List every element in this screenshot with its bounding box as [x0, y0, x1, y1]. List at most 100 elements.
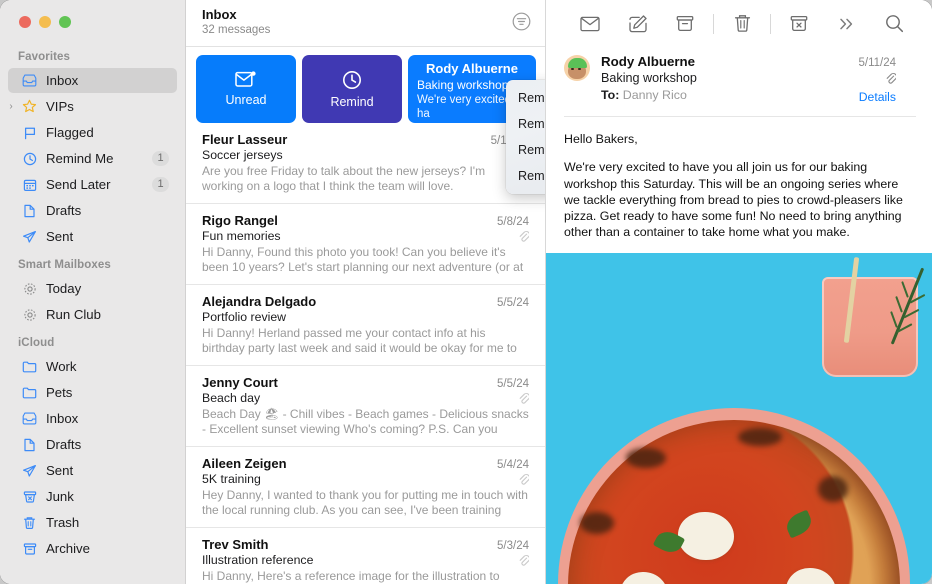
- menu-item-remind-later[interactable]: Remind Me Later…: [506, 163, 545, 189]
- message-row[interactable]: Aileen Zeigen 5/4/24 5K training Hey Dan…: [186, 447, 545, 528]
- paperclip-icon: [518, 230, 529, 243]
- message-subject: Illustration reference: [202, 553, 314, 567]
- sidebar-item-label: Junk: [46, 489, 74, 504]
- message-subject: Portfolio review: [202, 310, 287, 324]
- memoji-eye-left: [571, 68, 574, 70]
- unread-envelope-icon: [235, 71, 257, 88]
- zoom-button[interactable]: [59, 16, 71, 28]
- sidebar-item-label: Inbox: [46, 411, 79, 426]
- message-subject: Soccer jerseys: [202, 148, 283, 162]
- message-subject: Beach day: [202, 391, 261, 405]
- folder-icon: [20, 384, 39, 401]
- sidebar-item-icloud-drafts[interactable]: Drafts: [8, 432, 177, 457]
- close-button[interactable]: [19, 16, 31, 28]
- search-icon: [885, 14, 904, 33]
- sidebar-item-label: Work: [46, 359, 77, 374]
- message-sender-name: Rody Albuerne: [601, 54, 696, 69]
- inbox-icon: [20, 410, 39, 427]
- filter-icon[interactable]: [512, 12, 531, 31]
- message-preview: Are you free Friday to talk about the ne…: [202, 164, 486, 193]
- sidebar-item-junk[interactable]: Junk: [8, 484, 177, 509]
- search-button[interactable]: [870, 9, 918, 39]
- message-sender: Alejandra Delgado: [202, 294, 317, 309]
- sidebar-item-label: Drafts: [46, 203, 82, 218]
- message-sender: Rigo Rangel: [202, 213, 278, 228]
- swipe-action-remind[interactable]: Remind: [302, 55, 402, 123]
- chevron-right-icon[interactable]: ›: [5, 101, 17, 112]
- message-date: 5/8/24: [497, 216, 529, 228]
- compose-button[interactable]: [614, 9, 662, 39]
- more-button[interactable]: [823, 9, 871, 39]
- mark-unread-button[interactable]: [566, 9, 614, 39]
- message-sender: Aileen Zeigen: [202, 456, 287, 471]
- sidebar-item-pets[interactable]: Pets: [8, 380, 177, 405]
- sidebar-item-label: Send Later: [46, 177, 111, 192]
- message-row[interactable]: Jenny Court 5/5/24 Beach day Beach Day 🏖…: [186, 366, 545, 447]
- menu-item-remind-tomorrow[interactable]: Remind Me Tomorrow: [506, 137, 545, 163]
- pizza-photo[interactable]: [546, 252, 932, 584]
- message-list-header: Inbox 32 messages: [186, 0, 545, 47]
- sidebar-item-sent[interactable]: Sent: [8, 224, 177, 249]
- message-preview: Hi Danny, Here's a reference image for t…: [202, 569, 500, 584]
- avatar: [564, 55, 590, 81]
- sidebar-item-drafts[interactable]: Drafts: [8, 198, 177, 223]
- remind-me-context-menu[interactable]: Remind Me in 1 Hour Remind Me Tonight Re…: [506, 80, 545, 194]
- paperclip-icon: [518, 554, 529, 567]
- swipe-action-unread[interactable]: Unread: [196, 55, 296, 123]
- message-date: 5/3/24: [497, 540, 529, 552]
- message-preview: Beach Day 🏖 - Chill vibes - Beach games …: [202, 407, 529, 436]
- message-row[interactable]: Alejandra Delgado 5/5/24 Portfolio revie…: [186, 285, 545, 366]
- message-row[interactable]: Fleur Lasseur 5/10/24 Soccer jerseys Are…: [186, 123, 545, 204]
- sidebar-item-remind-me[interactable]: Remind Me 1: [8, 146, 177, 171]
- message-body: Hello Bakers, We're very excited to have…: [546, 117, 932, 253]
- memoji-eye-right: [578, 68, 581, 70]
- compose-icon: [628, 14, 647, 33]
- sidebar-item-inbox[interactable]: Inbox: [8, 68, 177, 93]
- message-row[interactable]: Rigo Rangel 5/8/24 Fun memories Hi Danny…: [186, 204, 545, 285]
- chevron-double-right-icon: [837, 16, 855, 32]
- menu-item-remind-1-hour[interactable]: Remind Me in 1 Hour: [506, 85, 545, 111]
- message-list[interactable]: Inbox 32 messages Unread Remind Rody Alb…: [186, 0, 546, 584]
- body-paragraph: Hello Bakers,: [564, 132, 638, 146]
- sidebar-item-archive[interactable]: Archive: [8, 536, 177, 561]
- archive-button[interactable]: [661, 9, 709, 39]
- pizza-pie: [568, 420, 900, 584]
- gear-icon: [20, 306, 39, 323]
- sidebar-item-label: Trash: [46, 515, 80, 530]
- junk-button[interactable]: [775, 9, 823, 39]
- sidebar-item-vips[interactable]: › VIPs: [8, 94, 177, 119]
- delete-button[interactable]: [718, 9, 766, 39]
- selected-message-from: Rody Albuerne: [426, 61, 518, 76]
- paperclip-icon: [518, 473, 529, 486]
- sidebar-item-label: Sent: [46, 229, 74, 244]
- sidebar-item-icloud-sent[interactable]: Sent: [8, 458, 177, 483]
- clock-icon: [342, 70, 362, 90]
- inbox-icon: [20, 72, 39, 89]
- sidebar-item-trash[interactable]: Trash: [8, 510, 177, 535]
- document-icon: [20, 202, 39, 219]
- sidebar-item-work[interactable]: Work: [8, 354, 177, 379]
- swipe-action-label: Remind: [330, 94, 374, 109]
- details-link[interactable]: Details: [858, 89, 896, 106]
- mailbox-title: Inbox: [202, 7, 237, 22]
- to-value: Danny Rico: [622, 88, 687, 102]
- sidebar-item-icloud-inbox[interactable]: Inbox: [8, 406, 177, 431]
- sidebar-item-send-later[interactable]: Send Later 1: [8, 172, 177, 197]
- sidebar-section-icloud: iCloud: [18, 337, 55, 349]
- sidebar-item-run-club[interactable]: Run Club: [8, 302, 177, 327]
- junk-icon: [20, 488, 39, 505]
- message-subject: Fun memories: [202, 229, 281, 243]
- sidebar-item-label: Archive: [46, 541, 90, 556]
- message-recipient: To: Danny Rico: [601, 87, 847, 104]
- message-date: 5/5/24: [497, 378, 529, 390]
- minimize-button[interactable]: [39, 16, 51, 28]
- sidebar-item-flagged[interactable]: Flagged: [8, 120, 177, 145]
- calendar-icon: [20, 176, 39, 193]
- message-row[interactable]: Trev Smith 5/3/24 Illustration reference…: [186, 528, 545, 584]
- sidebar-item-today[interactable]: Today: [8, 276, 177, 301]
- star-icon: [20, 98, 39, 115]
- paper-plane-icon: [20, 228, 39, 245]
- folder-icon: [20, 358, 39, 375]
- menu-item-remind-tonight[interactable]: Remind Me Tonight: [506, 111, 545, 137]
- swipe-actions-row: Unread Remind Rody Albuerne Baking works…: [186, 47, 545, 123]
